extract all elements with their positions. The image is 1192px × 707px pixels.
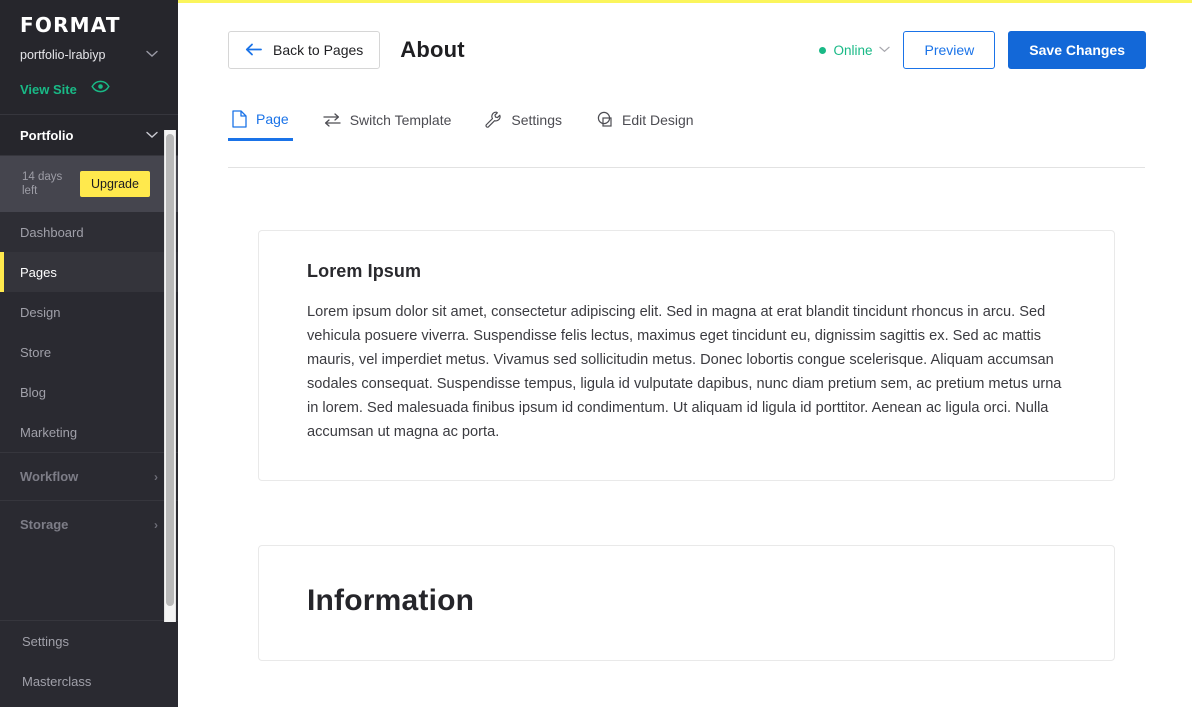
brand-logo: FORMAT xyxy=(20,13,121,37)
block-body-text: Lorem ipsum dolor sit amet, consectetur … xyxy=(307,304,1062,440)
sidebar-item-label: Pages xyxy=(20,264,57,280)
sidebar-footer-nav: Settings Masterclass xyxy=(0,620,178,707)
sidebar-section-label: Portfolio xyxy=(20,127,74,143)
sidebar-section-portfolio[interactable]: Portfolio xyxy=(0,114,178,156)
page-icon xyxy=(232,110,247,128)
sidebar-group-storage[interactable]: Storage › xyxy=(0,500,178,548)
chevron-down-icon xyxy=(879,44,891,56)
sidebar-group-label: Storage xyxy=(20,517,69,532)
chevron-down-icon xyxy=(146,126,158,144)
sidebar: FORMAT portfolio-lrabiyp View Site Portf… xyxy=(0,0,178,707)
page-title: About xyxy=(400,37,465,62)
tab-label: Switch Template xyxy=(349,112,452,128)
tab-label: Page xyxy=(256,111,289,127)
sidebar-header: FORMAT portfolio-lrabiyp View Site xyxy=(0,0,178,114)
save-changes-button[interactable]: Save Changes xyxy=(1008,31,1146,69)
preview-button[interactable]: Preview xyxy=(903,31,996,69)
sidebar-item-label: Dashboard xyxy=(20,224,84,240)
sidebar-item-dashboard[interactable]: Dashboard xyxy=(0,212,178,252)
block-heading: Lorem Ipsum xyxy=(307,261,422,281)
sidebar-group-workflow[interactable]: Workflow › xyxy=(0,452,178,500)
content-block-lorem-ipsum[interactable]: Lorem Ipsum Lorem ipsum dolor sit amet, … xyxy=(258,230,1115,481)
tab-settings[interactable]: Settings xyxy=(481,111,566,141)
block-heading: Information xyxy=(307,584,475,617)
swap-icon xyxy=(323,112,341,128)
main-content: Back to Pages About Online Preview Save … xyxy=(178,0,1192,707)
sidebar-item-label: Marketing xyxy=(20,424,78,440)
sidebar-scrollbar-thumb[interactable] xyxy=(166,134,174,606)
days-left-label: 14 days left xyxy=(22,170,63,197)
sidebar-item-marketing[interactable]: Marketing xyxy=(0,412,178,452)
status-badge[interactable]: Online xyxy=(819,42,891,58)
sidebar-group-label: Workflow xyxy=(20,469,79,484)
chevron-right-icon: › xyxy=(154,469,158,484)
content-block-information[interactable]: Information xyxy=(258,545,1115,661)
wrench-icon xyxy=(485,111,502,128)
app-root: FORMAT portfolio-lrabiyp View Site Portf… xyxy=(0,0,1192,707)
sidebar-item-label: Design xyxy=(20,304,61,320)
chevron-down-icon xyxy=(146,50,158,61)
back-to-pages-label: Back to Pages xyxy=(273,42,364,58)
eye-icon xyxy=(91,80,110,98)
tab-edit-design[interactable]: Edit Design xyxy=(592,111,698,141)
chevron-right-icon: › xyxy=(154,517,158,532)
sidebar-nav: Dashboard Pages Design Store Blog Market… xyxy=(0,212,178,548)
status-label: Online xyxy=(833,42,873,58)
toolbar-actions: Online Preview Save Changes xyxy=(819,31,1146,69)
sidebar-item-settings[interactable]: Settings xyxy=(0,621,178,661)
upgrade-button[interactable]: Upgrade xyxy=(80,171,150,197)
sidebar-item-label: Store xyxy=(20,344,52,360)
page-editor-scroll-area[interactable]: Lorem Ipsum Lorem ipsum dolor sit amet, … xyxy=(228,168,1145,707)
arrow-left-icon xyxy=(245,42,262,59)
view-site-label: View Site xyxy=(20,81,77,97)
sidebar-item-design[interactable]: Design xyxy=(0,292,178,332)
tab-label: Settings xyxy=(511,111,562,128)
design-icon xyxy=(596,111,613,128)
tab-label: Edit Design xyxy=(621,111,694,128)
sidebar-item-label: Masterclass xyxy=(22,673,92,689)
sidebar-item-pages[interactable]: Pages xyxy=(0,252,178,292)
tab-switch-template[interactable]: Switch Template xyxy=(319,112,456,141)
sidebar-item-label: Blog xyxy=(20,384,47,400)
sidebar-item-masterclass[interactable]: Masterclass xyxy=(0,661,178,701)
status-dot-icon xyxy=(819,46,827,54)
view-site-link[interactable]: View Site xyxy=(20,80,158,98)
page-toolbar: Back to Pages About Online Preview Save … xyxy=(178,3,1192,97)
tab-page[interactable]: Page xyxy=(228,110,293,141)
site-name: portfolio-lrabiyp xyxy=(20,48,106,62)
sidebar-item-label: Settings xyxy=(22,633,69,649)
site-selector[interactable]: portfolio-lrabiyp xyxy=(20,48,158,62)
trial-banner: 14 days left Upgrade xyxy=(0,156,178,212)
back-to-pages-button[interactable]: Back to Pages xyxy=(228,31,381,69)
page-tabs: Page Switch Template Settings Edit Desig… xyxy=(228,110,698,141)
sidebar-item-blog[interactable]: Blog xyxy=(0,372,178,412)
sidebar-item-store[interactable]: Store xyxy=(0,332,178,372)
